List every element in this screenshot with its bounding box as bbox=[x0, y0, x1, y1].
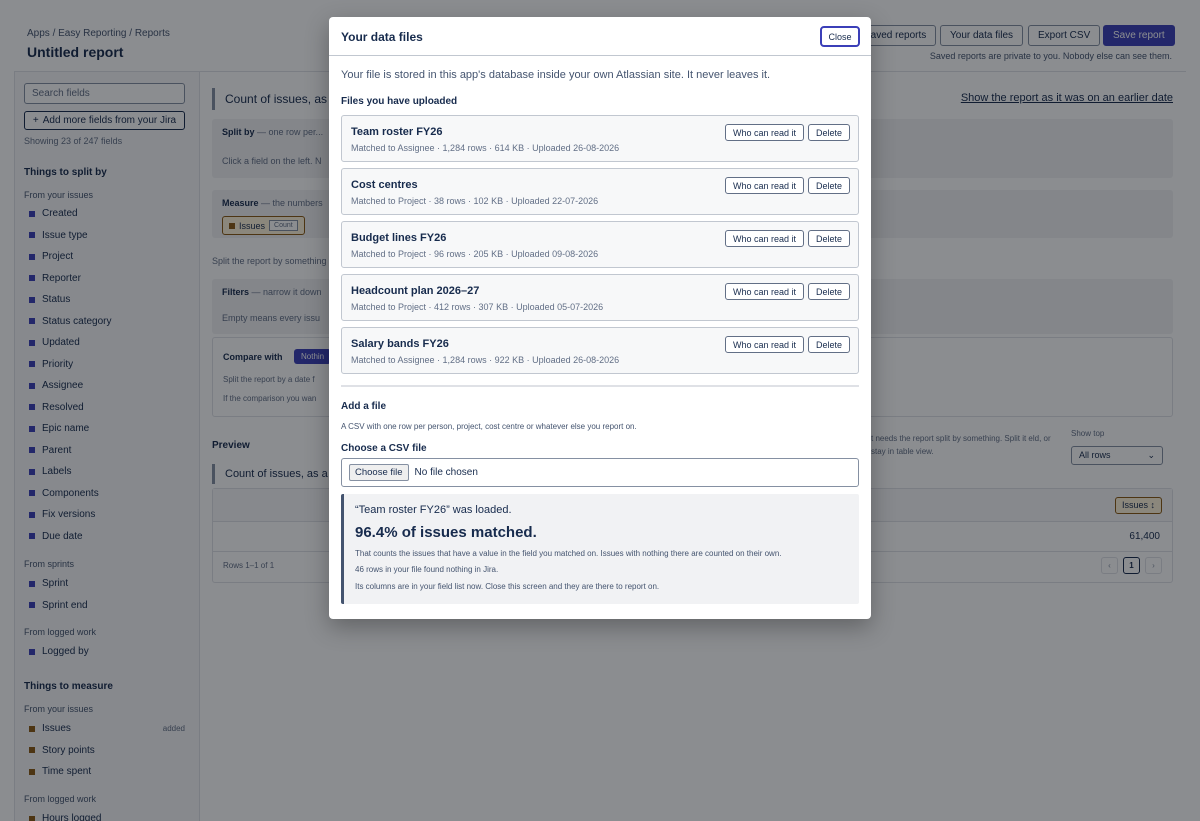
storage-notice: Your file is stored in this app's databa… bbox=[341, 69, 771, 81]
file-name: Headcount plan 2026–27 bbox=[351, 285, 480, 297]
no-file-text: No file chosen bbox=[414, 467, 478, 478]
choose-file-button[interactable]: Choose file bbox=[349, 464, 409, 481]
data-file-row: Team roster FY26 Matched to Assignee · 1,… bbox=[341, 115, 859, 162]
file-meta: Matched to Assignee · 1,284 rows · 922 K… bbox=[351, 355, 620, 365]
file-name: Cost centres bbox=[351, 179, 418, 191]
add-file-description: A CSV with one row per person, project, … bbox=[341, 422, 637, 431]
result-percentage: 96.4% of issues matched. bbox=[355, 524, 537, 541]
data-file-row: Cost centres Matched to Project · 38 rows… bbox=[341, 168, 859, 215]
data-file-row: Salary bands FY26 Matched to Assignee · 1… bbox=[341, 327, 859, 374]
delete-file-button[interactable]: Delete bbox=[808, 336, 851, 353]
who-can-read-button[interactable]: Who can read it bbox=[725, 336, 805, 353]
file-meta: Matched to Assignee · 1,284 rows · 614 K… bbox=[351, 143, 620, 153]
upload-result: “Team roster FY26” was loaded. 96.4% of … bbox=[341, 494, 859, 604]
result-line-2: 46 rows in your file found nothing in Ji… bbox=[355, 565, 499, 574]
close-button[interactable]: Close bbox=[820, 26, 860, 47]
result-loaded: “Team roster FY26” was loaded. bbox=[355, 504, 512, 516]
add-file-heading: Add a file bbox=[341, 401, 387, 412]
delete-file-button[interactable]: Delete bbox=[808, 177, 851, 194]
data-files-dialog: Your data files Close Your file is store… bbox=[329, 17, 871, 619]
who-can-read-button[interactable]: Who can read it bbox=[725, 177, 805, 194]
result-line-1: That counts the issues that have a value… bbox=[355, 549, 782, 558]
result-line-3: Its columns are in your field list now. … bbox=[355, 582, 660, 591]
who-can-read-button[interactable]: Who can read it bbox=[725, 124, 805, 141]
csv-file-input[interactable]: Choose file No file chosen bbox=[341, 458, 859, 487]
dialog-header: Your data files Close bbox=[329, 17, 871, 56]
dialog-title: Your data files bbox=[341, 30, 423, 44]
delete-file-button[interactable]: Delete bbox=[808, 124, 851, 141]
file-meta: Matched to Project · 38 rows · 102 KB · … bbox=[351, 196, 599, 206]
delete-file-button[interactable]: Delete bbox=[808, 283, 851, 300]
who-can-read-button[interactable]: Who can read it bbox=[725, 283, 805, 300]
data-file-row: Budget lines FY26 Matched to Project · 96… bbox=[341, 221, 859, 268]
file-meta: Matched to Project · 412 rows · 307 KB ·… bbox=[351, 302, 604, 312]
data-file-row: Headcount plan 2026–27 Matched to Project… bbox=[341, 274, 859, 321]
file-name: Budget lines FY26 bbox=[351, 232, 447, 244]
delete-file-button[interactable]: Delete bbox=[808, 230, 851, 247]
file-name: Salary bands FY26 bbox=[351, 338, 449, 350]
file-meta: Matched to Project · 96 rows · 205 KB · … bbox=[351, 249, 599, 259]
uploaded-heading: Files you have uploaded bbox=[341, 96, 458, 107]
who-can-read-button[interactable]: Who can read it bbox=[725, 230, 805, 247]
file-name: Team roster FY26 bbox=[351, 126, 443, 138]
divider bbox=[341, 385, 859, 387]
choose-csv-label: Choose a CSV file bbox=[341, 443, 427, 454]
